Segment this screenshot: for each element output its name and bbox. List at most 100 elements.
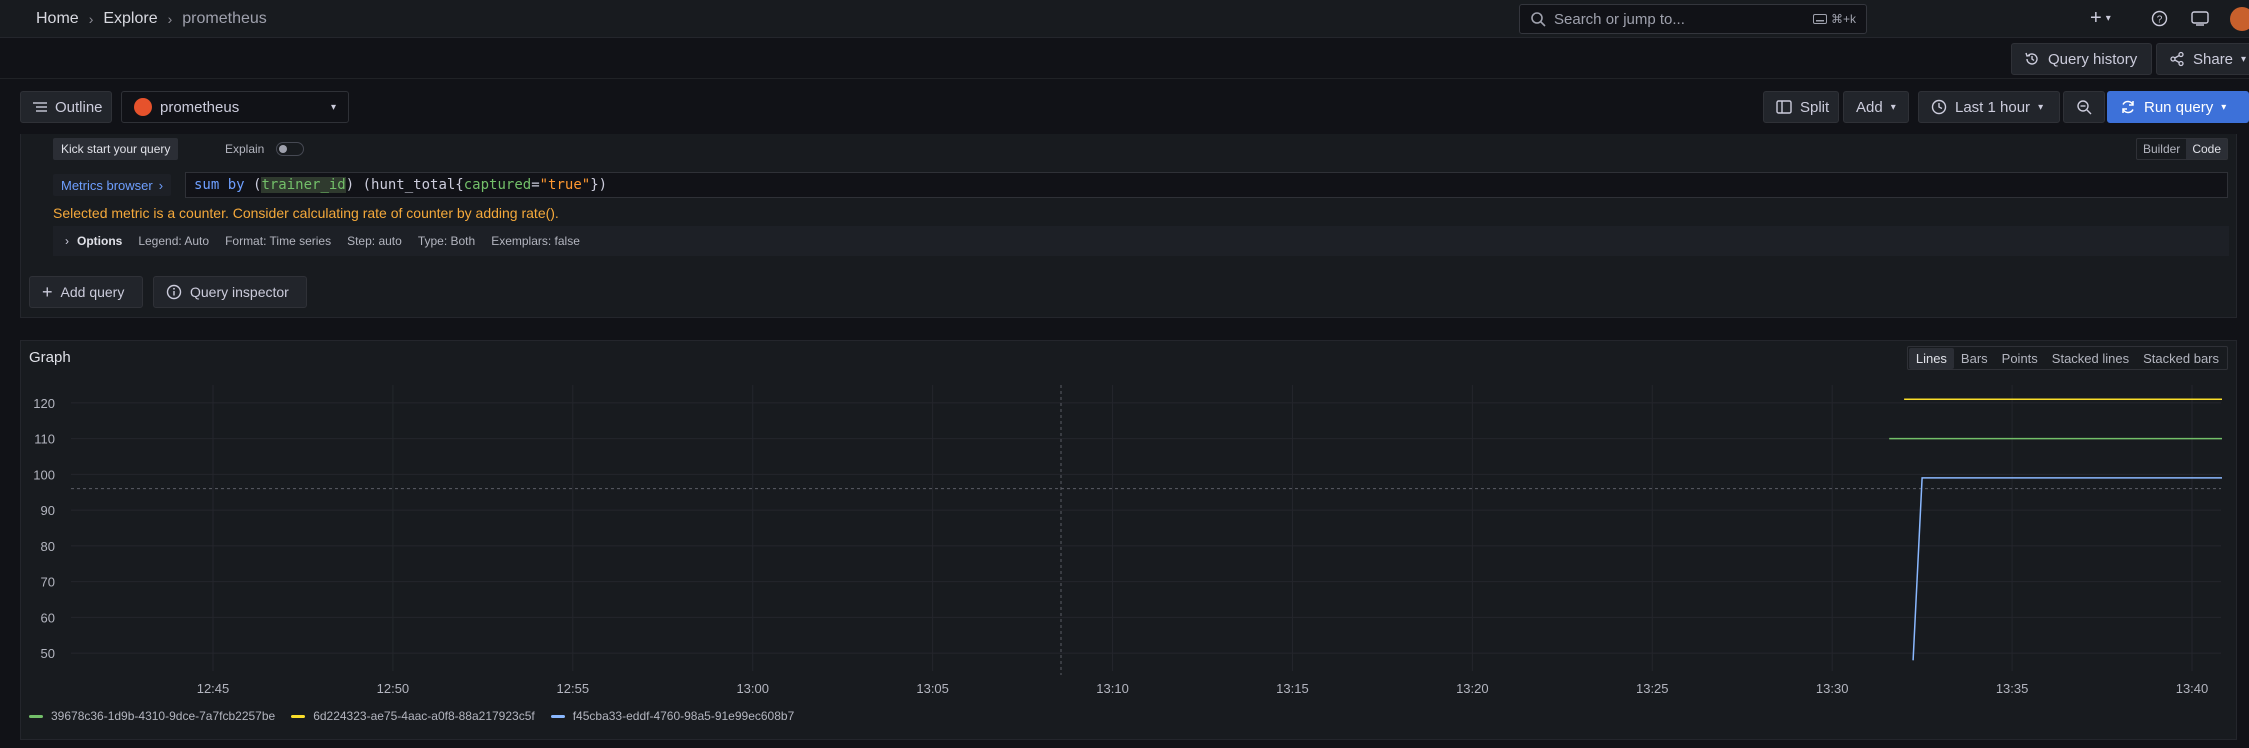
x-tick-label: 12:55 [557, 681, 590, 696]
x-tick-label: 13:30 [1816, 681, 1849, 696]
search-input[interactable]: Search or jump to... ⌘+k [1519, 4, 1867, 34]
legend-item[interactable]: 39678c36-1d9b-4310-9dce-7a7fcb2257be [29, 709, 275, 723]
chevron-down-icon: ▾ [2038, 101, 2044, 113]
chevron-down-icon: ▾ [2241, 53, 2247, 65]
code-punct-close: }) [590, 177, 608, 193]
builder-mode-button[interactable]: Builder [2137, 139, 2186, 159]
x-tick-label: 12:50 [377, 681, 410, 696]
x-tick-label: 13:00 [736, 681, 769, 696]
graph-panel: Graph Lines Bars Points Stacked lines Stacke… [20, 340, 2237, 740]
y-tick-label: 100 [33, 467, 55, 482]
y-tick-label: 60 [41, 610, 55, 625]
run-query-label: Run query [2144, 98, 2214, 116]
graph-mode-stacked-bars[interactable]: Stacked bars [2136, 348, 2226, 369]
code-label: trainer_id [261, 177, 346, 193]
outline-button[interactable]: Outline [20, 91, 112, 123]
outline-label: Outline [55, 98, 103, 116]
code-operator: = [531, 177, 540, 193]
add-query-label: Add query [60, 284, 125, 300]
keyboard-icon [1812, 14, 1827, 24]
share-button[interactable]: Share ▾ [2156, 43, 2249, 75]
chevron-right-icon: › [158, 177, 164, 193]
chevron-down-icon: ▾ [2221, 101, 2227, 113]
time-range-picker[interactable]: Last 1 hour ▾ [1918, 91, 2060, 123]
y-tick-label: 90 [41, 503, 55, 518]
run-query-button[interactable]: Run query ▾ [2107, 91, 2249, 123]
code-string: "true" [539, 177, 591, 193]
y-tick-label: 120 [33, 396, 55, 411]
graph-mode-bars[interactable]: Bars [1954, 348, 1995, 369]
code-punct: ( [244, 177, 262, 193]
breadcrumb-separator-icon: › [88, 11, 94, 27]
code-metric: ) (hunt_total{ [345, 177, 464, 193]
time-range-label: Last 1 hour [1955, 98, 2031, 116]
query-code-editor[interactable]: sum by ( trainer_id ) (hunt_total{ captu… [185, 172, 2228, 198]
option-exemplars: Exemplars: false [491, 234, 580, 248]
add-query-button[interactable]: + Add query [29, 276, 143, 308]
x-tick-label: 13:05 [916, 681, 949, 696]
search-placeholder: Search or jump to... [1554, 10, 1685, 28]
metrics-browser-button[interactable]: Metrics browser › [53, 174, 172, 196]
split-button[interactable]: Split [1763, 91, 1839, 123]
news-icon[interactable] [2191, 10, 2209, 27]
datasource-name: prometheus [160, 98, 240, 116]
legend-item[interactable]: 6d224323-ae75-4aac-a0f8-88a217923c5f [291, 709, 535, 723]
x-tick-label: 13:10 [1096, 681, 1129, 696]
avatar[interactable] [2230, 7, 2249, 31]
y-tick-label: 50 [41, 646, 55, 661]
explain-label: Explain [225, 142, 265, 156]
split-label: Split [1800, 98, 1830, 116]
kick-start-label: Kick start your query [61, 142, 171, 156]
explore-header-bar: Query history Share ▾ [0, 39, 2249, 79]
chevron-down-icon: ▾ [330, 101, 336, 113]
graph-mode-stacked-lines[interactable]: Stacked lines [2045, 348, 2136, 369]
legend-label: f45cba33-eddf-4760-98a5-91e99ec608b7 [572, 709, 795, 723]
query-inspector-button[interactable]: Query inspector [153, 276, 307, 308]
zoom-out-button[interactable] [2063, 91, 2105, 123]
breadcrumb-separator-icon: › [167, 11, 173, 27]
legend-item[interactable]: f45cba33-eddf-4760-98a5-91e99ec608b7 [550, 709, 795, 723]
query-options-row[interactable]: › Options Legend: Auto Format: Time seri… [53, 226, 2229, 256]
datasource-picker[interactable]: prometheus ▾ [121, 91, 349, 123]
toggle-switch[interactable] [276, 142, 305, 156]
editor-mode-toggle: Builder Code [2135, 138, 2228, 160]
history-icon [2024, 51, 2040, 67]
legend-label: 6d224323-ae75-4aac-a0f8-88a217923c5f [313, 709, 535, 723]
clock-icon [1931, 99, 1947, 115]
kick-start-button[interactable]: Kick start your query [53, 138, 179, 160]
share-icon [2169, 51, 2185, 67]
legend-label: 39678c36-1d9b-4310-9dce-7a7fcb2257be [51, 709, 276, 723]
explore-toolbar: Outline prometheus ▾ Split Add ▾ Last 1 … [0, 86, 2249, 128]
option-format: Format: Time series [225, 234, 332, 248]
add-button[interactable]: Add ▾ [1843, 91, 1909, 123]
code-mode-button[interactable]: Code [2186, 139, 2227, 159]
info-icon [166, 284, 182, 300]
graph-mode-points[interactable]: Points [1995, 348, 2045, 369]
graph-title: Graph [29, 349, 71, 366]
split-icon [1776, 100, 1792, 114]
metrics-browser-label: Metrics browser [61, 177, 153, 193]
search-shortcut: ⌘+k [1812, 12, 1856, 26]
x-tick-label: 12:45 [197, 681, 230, 696]
time-series-chart[interactable]: 50 60 70 80 90 100 110 120 12:45 12:50 12:55 13:00 1… [21, 371, 2238, 701]
options-title: Options [77, 234, 123, 248]
breadcrumb-explore[interactable]: Explore [103, 10, 157, 28]
search-icon [1530, 11, 1546, 27]
svg-text:?: ? [2157, 15, 2163, 26]
query-history-button[interactable]: Query history [2011, 43, 2152, 75]
code-matcher-key: captured [463, 177, 532, 193]
x-tick-label: 13:40 [2176, 681, 2209, 696]
chevron-down-icon: ▾ [2105, 12, 2111, 24]
legend-swatch [291, 714, 306, 718]
top-nav-bar: Home › Explore › prometheus Search or ju… [0, 0, 2249, 38]
help-icon[interactable]: ? [2151, 10, 2168, 27]
breadcrumb-home[interactable]: Home [36, 10, 79, 28]
y-tick-label: 70 [41, 575, 55, 590]
breadcrumb: Home › Explore › prometheus [36, 0, 267, 38]
graph-mode-lines[interactable]: Lines [1908, 347, 1954, 369]
explain-toggle[interactable]: Explain [217, 138, 312, 160]
graph-mode-selector: Lines Bars Points Stacked lines Stacked bars [1906, 346, 2228, 370]
plus-icon: + [2090, 7, 2102, 29]
new-menu-button[interactable]: + ▾ [2090, 7, 2111, 29]
x-tick-label: 13:25 [1636, 681, 1669, 696]
